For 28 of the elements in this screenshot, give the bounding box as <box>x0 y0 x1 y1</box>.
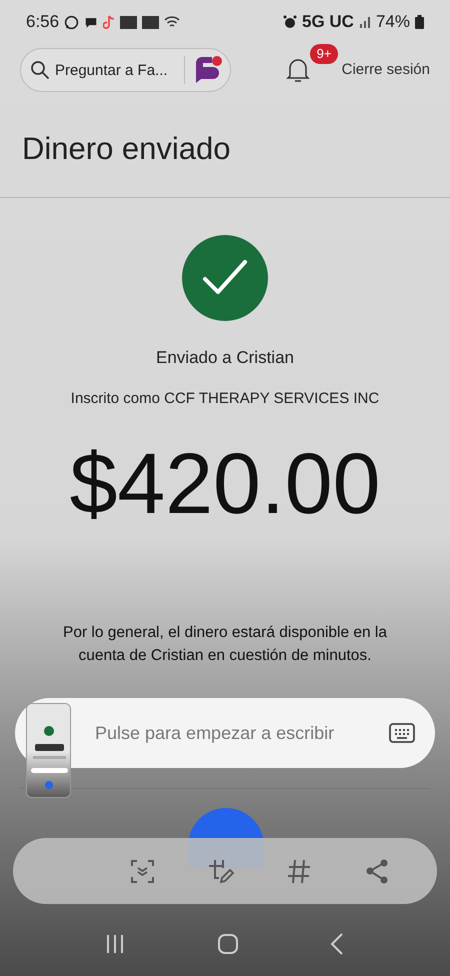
info-text: Por lo general, el dinero estará disponible en la cuenta de Cristian en cuestión de minutos. <box>62 623 388 666</box>
signal-icon <box>358 16 371 28</box>
music-note-icon <box>103 14 116 30</box>
scan-icon[interactable] <box>128 858 156 884</box>
recipient-text: Enviado a Cristian <box>156 347 294 369</box>
crop-edit-icon[interactable] <box>207 858 234 884</box>
status-time: 6:56 <box>26 11 60 34</box>
app-icon <box>142 16 160 28</box>
assistant-logo-icon <box>193 55 223 85</box>
amount-text: $420.00 <box>70 435 380 534</box>
page-title: Dinero enviado <box>22 130 231 168</box>
message-icon <box>84 16 98 28</box>
battery-icon <box>415 15 424 29</box>
search-icon <box>30 60 50 80</box>
enrolled-name-text: Inscrito como CCF THERAPY SERVICES INC <box>70 388 380 408</box>
back-icon <box>329 932 345 956</box>
chat-icon <box>64 14 80 30</box>
alarm-icon <box>283 15 297 29</box>
wifi-icon <box>164 15 180 29</box>
network-label: 5G UC <box>302 11 354 34</box>
logout-link[interactable]: Cierre sesión <box>342 58 430 82</box>
hashtag-icon[interactable] <box>286 858 313 884</box>
keyboard-icon <box>389 723 415 743</box>
home-icon <box>217 933 239 955</box>
search-field[interactable]: Preguntar a Fa... <box>20 48 231 92</box>
notification-badge: 9+ <box>310 44 338 64</box>
app-icon <box>120 16 138 28</box>
battery-percent: 74% <box>376 11 410 34</box>
